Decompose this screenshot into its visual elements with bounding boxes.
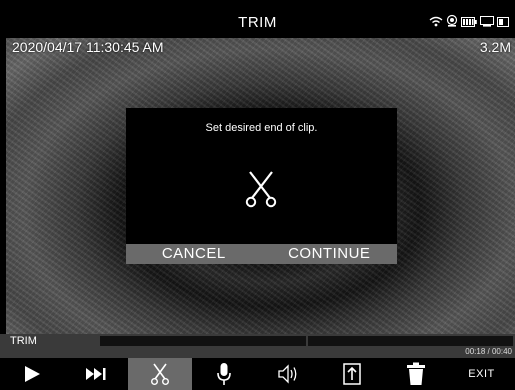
trim-label: TRIM	[10, 335, 37, 347]
trash-icon	[407, 362, 425, 385]
timeline-segment[interactable]	[100, 336, 306, 346]
continue-button[interactable]: CONTINUE	[262, 244, 398, 264]
top-status-bar: TRIM	[0, 0, 515, 38]
play-icon	[25, 366, 40, 382]
timeline-segment[interactable]	[307, 336, 513, 346]
dialog-buttons: CANCEL CONTINUE	[126, 244, 397, 264]
card-icon	[497, 14, 509, 32]
timestamp: 2020/04/17 11:30:45 AM	[12, 39, 164, 55]
bottom-toolbar: EXIT	[0, 358, 515, 390]
microphone-button[interactable]	[192, 358, 256, 390]
dialog-message: Set desired end of clip.	[205, 122, 318, 134]
export-button[interactable]	[320, 358, 384, 390]
skip-forward-icon	[86, 368, 106, 380]
exit-button[interactable]: EXIT	[448, 358, 515, 390]
record-icon	[446, 14, 458, 32]
trim-timeline: TRIM 00:18 / 00:40	[0, 334, 515, 358]
feed-border	[0, 38, 6, 334]
wifi-icon	[429, 14, 443, 32]
timeline-track[interactable]	[100, 336, 513, 346]
speaker-button[interactable]	[256, 358, 320, 390]
storage-icon	[480, 14, 494, 32]
status-icons	[429, 14, 509, 32]
trim-dialog: Set desired end of clip. CANCEL CONTINUE	[126, 108, 397, 264]
export-icon	[343, 363, 361, 385]
resolution-label: 3.2M	[479, 39, 511, 55]
scissors-icon	[244, 168, 278, 210]
cancel-button[interactable]: CANCEL	[126, 244, 262, 264]
trim-button[interactable]	[128, 358, 192, 390]
skip-forward-button[interactable]	[64, 358, 128, 390]
playback-time: 00:18 / 00:40	[465, 347, 512, 356]
speaker-icon	[278, 364, 297, 384]
play-button[interactable]	[0, 358, 64, 390]
scissors-icon	[151, 363, 169, 386]
microphone-icon	[217, 363, 231, 385]
battery-icon	[461, 14, 477, 32]
delete-button[interactable]	[384, 358, 448, 390]
screen: TRIM 2020/04/17 11:30:45 AM 3.2M Set des…	[0, 0, 515, 390]
